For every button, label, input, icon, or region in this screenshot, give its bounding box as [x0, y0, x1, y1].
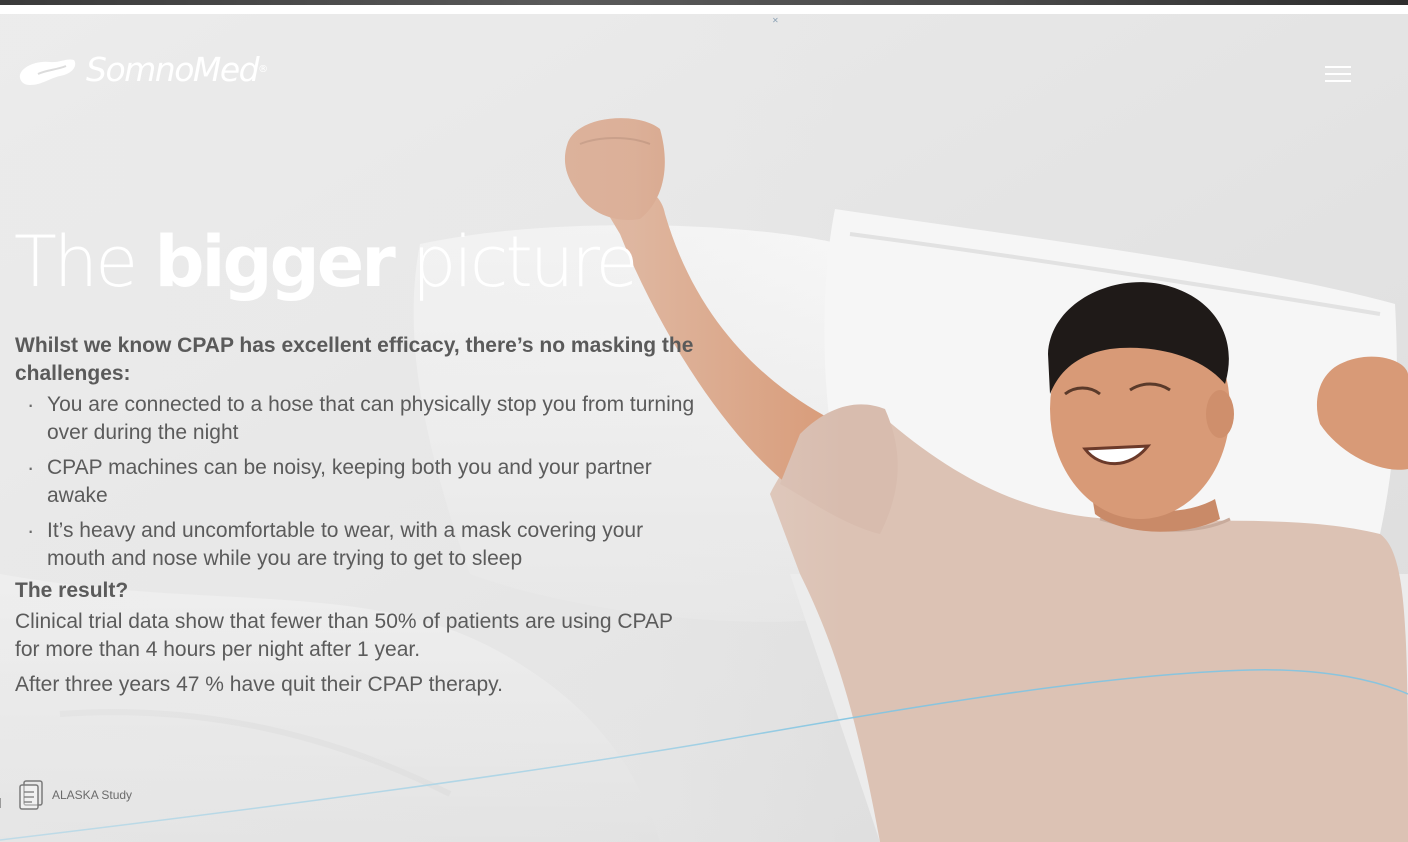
list-item: You are connected to a hose that can phy… [15, 391, 695, 447]
hamburger-line-bottom [1325, 80, 1351, 82]
list-item: CPAP machines can be noisy, keeping both… [15, 454, 695, 510]
broken-image-icon: ✕ [772, 16, 779, 25]
result-text: Clinical trial data show that fewer than… [15, 610, 673, 661]
logo-wordmark: SomnoMed® [86, 50, 268, 89]
followup-text: After three years 47 % have quit their C… [15, 673, 503, 696]
alaska-study-link[interactable]: ALASKA Study [18, 779, 132, 811]
list-item: It’s heavy and uncomfortable to wear, wi… [15, 517, 695, 573]
intro-statement: Whilst we know CPAP has excellent effica… [15, 334, 694, 385]
hamburger-menu-icon[interactable] [1323, 63, 1353, 85]
result-heading: The result? [15, 579, 129, 602]
citation-label: ALASKA Study [52, 788, 133, 802]
hamburger-line-middle [1325, 73, 1351, 75]
left-edge-marker [0, 798, 4, 808]
challenges-list: You are connected to a hose that can phy… [15, 391, 695, 573]
somnomed-logo-mark-icon [19, 59, 76, 85]
somnomed-logo[interactable]: SomnoMed® [16, 50, 268, 90]
hero-copy: Whilst we know CPAP has excellent effica… [15, 332, 695, 706]
page-headline: The bigger picture [14, 221, 639, 303]
document-icon [19, 780, 43, 810]
hero-section: ✕ SomnoMed® The bigger picture Whilst we… [0, 14, 1408, 842]
hamburger-line-top [1325, 66, 1351, 68]
browser-top-strip [0, 0, 1408, 5]
